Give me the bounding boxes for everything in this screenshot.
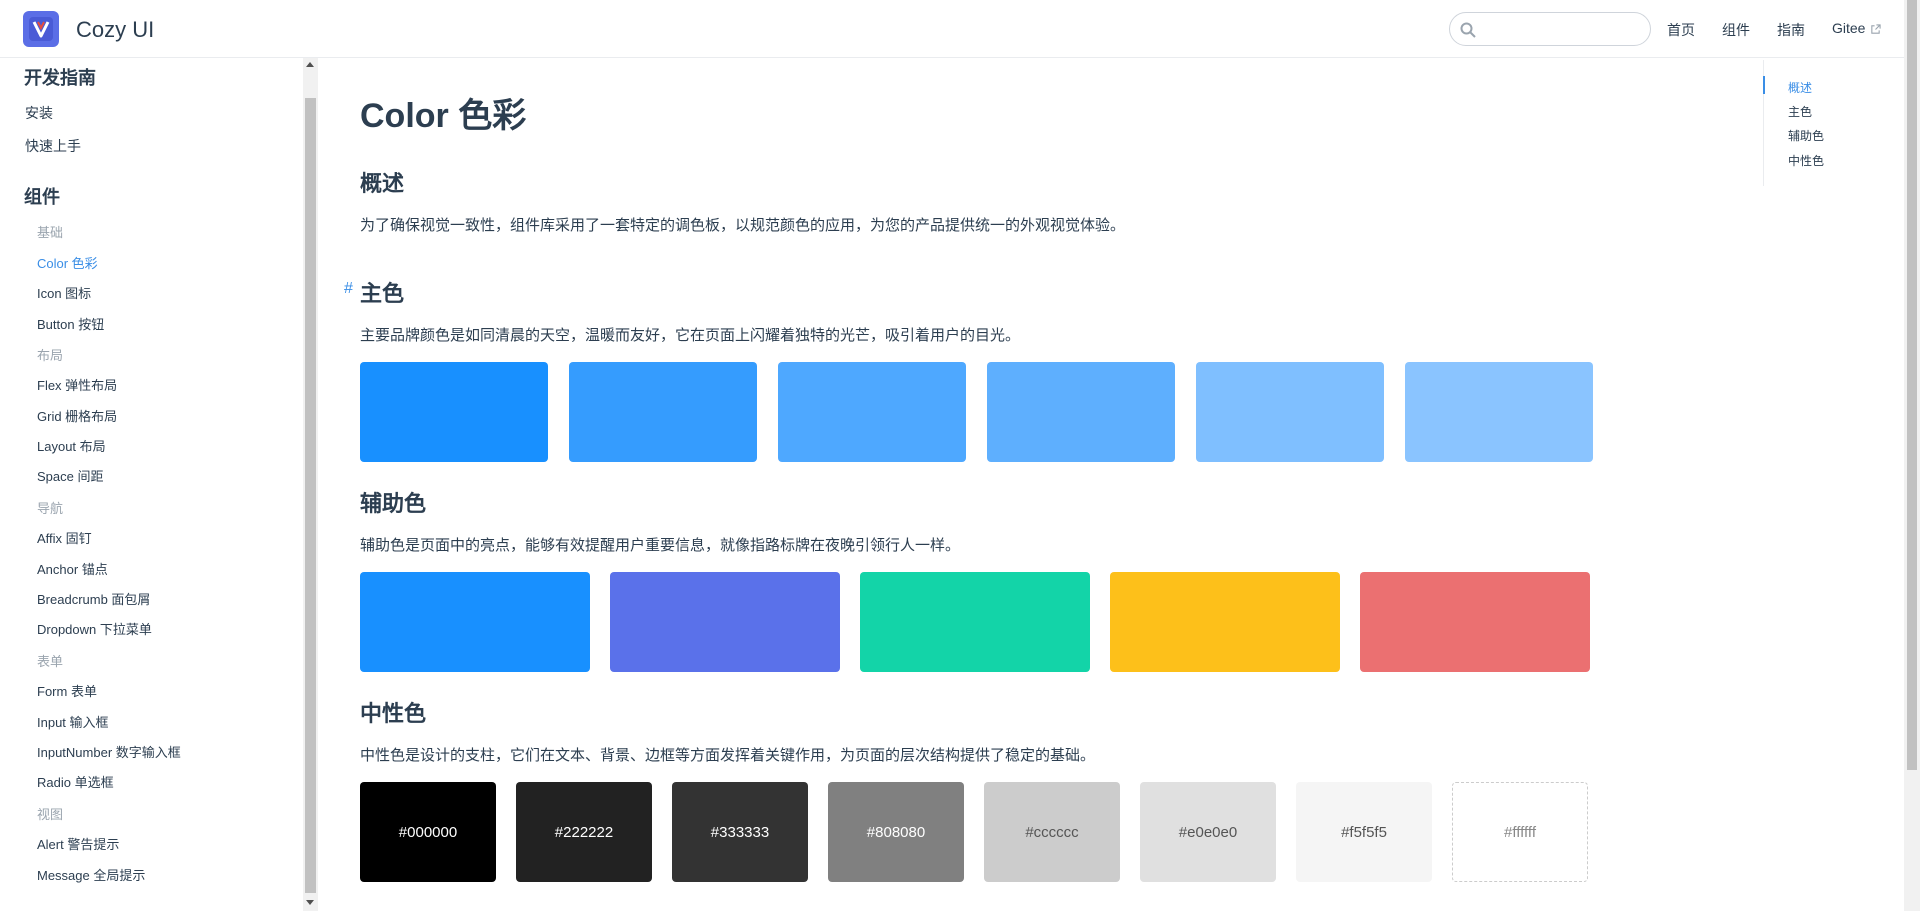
neutral-swatch: #000000 bbox=[360, 782, 496, 882]
scroll-down-arrow-icon[interactable] bbox=[306, 900, 314, 905]
sidebar-group-nav: 导航 bbox=[37, 501, 64, 516]
secondary-swatch bbox=[360, 572, 590, 672]
sidebar-item-icon[interactable]: Icon 图标 bbox=[37, 283, 91, 302]
swatch-label: #333333 bbox=[710, 823, 770, 841]
sidebar-item-radio[interactable]: Radio 单选框 bbox=[37, 772, 114, 791]
section-text-primary: 主要品牌颜色是如同清晨的天空，温暖而友好，它在页面上闪耀着独特的光芒，吸引着用户… bbox=[360, 327, 1021, 344]
primary-swatch bbox=[360, 362, 548, 462]
toc-item-secondary[interactable]: 辅助色 bbox=[1788, 127, 1824, 144]
section-title-secondary: 辅助色 bbox=[360, 491, 427, 516]
table-of-contents: 概述 主色 辅助色 中性色 bbox=[1763, 60, 1903, 186]
sidebar-scrollbar[interactable] bbox=[303, 58, 318, 911]
neutral-swatch: #222222 bbox=[516, 782, 652, 882]
nav-link-guide[interactable]: 指南 bbox=[1777, 20, 1805, 40]
sidebar-item-color[interactable]: Color 色彩 bbox=[37, 253, 98, 272]
search-icon bbox=[1460, 22, 1476, 38]
sidebar: 开发指南 安装 快速上手 组件 基础 Color 色彩 Icon 图标 Butt… bbox=[0, 58, 318, 911]
toc-item-primary[interactable]: 主色 bbox=[1788, 103, 1812, 120]
swatch-label: #808080 bbox=[866, 823, 926, 841]
secondary-swatch bbox=[1360, 572, 1590, 672]
search-box[interactable] bbox=[1449, 12, 1651, 46]
toc-active-indicator bbox=[1763, 76, 1765, 94]
sidebar-item-grid[interactable]: Grid 栅格布局 bbox=[37, 406, 117, 425]
scroll-up-arrow-icon[interactable] bbox=[306, 62, 314, 67]
nav-link-gitee[interactable]: Gitee bbox=[1832, 20, 1882, 40]
primary-swatch bbox=[1196, 362, 1384, 462]
neutral-swatch: #ffffff bbox=[1452, 782, 1588, 882]
secondary-swatch bbox=[610, 572, 840, 672]
sidebar-group-form: 表单 bbox=[37, 654, 64, 669]
page-scrollbar[interactable] bbox=[1904, 0, 1920, 911]
sidebar-group-view: 视图 bbox=[37, 807, 64, 822]
sidebar-item-affix[interactable]: Affix 固钉 bbox=[37, 528, 92, 547]
neutral-swatch: #f5f5f5 bbox=[1296, 782, 1432, 882]
secondary-swatch bbox=[1110, 572, 1340, 672]
sidebar-item-layout[interactable]: Layout 布局 bbox=[37, 436, 106, 455]
neutral-swatch: #cccccc bbox=[984, 782, 1120, 882]
search-input[interactable] bbox=[1480, 19, 1640, 39]
section-text-neutral: 中性色是设计的支柱，它们在文本、背景、边框等方面发挥着关键作用，为页面的层次结构… bbox=[360, 747, 1096, 764]
nav-link-home[interactable]: 首页 bbox=[1667, 20, 1695, 40]
sidebar-item-space[interactable]: Space 间距 bbox=[37, 466, 103, 485]
toc-item-neutral[interactable]: 中性色 bbox=[1788, 152, 1824, 169]
external-link-icon bbox=[1871, 24, 1882, 34]
section-title-neutral: 中性色 bbox=[360, 701, 427, 726]
logo-icon[interactable] bbox=[23, 11, 59, 47]
top-navbar: Cozy UI 首页 组件 指南 Gitee bbox=[0, 0, 1904, 58]
section-title-overview: 概述 bbox=[360, 171, 405, 196]
sidebar-item-install[interactable]: 安装 bbox=[25, 103, 53, 123]
secondary-swatch bbox=[860, 572, 1090, 672]
section-text-secondary: 辅助色是页面中的亮点，能够有效提醒用户重要信息，就像指路标牌在夜晚引领行人一样。 bbox=[360, 537, 961, 554]
primary-swatch bbox=[1405, 362, 1593, 462]
anchor-hash-icon[interactable]: # bbox=[344, 280, 353, 298]
sidebar-item-alert[interactable]: Alert 警告提示 bbox=[37, 834, 119, 853]
neutral-swatch: #333333 bbox=[672, 782, 808, 882]
primary-swatch bbox=[987, 362, 1175, 462]
sidebar-section-guide: 开发指南 bbox=[24, 68, 96, 88]
swatch-label: #000000 bbox=[398, 823, 458, 841]
sidebar-item-dropdown[interactable]: Dropdown 下拉菜单 bbox=[37, 619, 152, 638]
sidebar-item-button[interactable]: Button 按钮 bbox=[37, 314, 104, 333]
sidebar-item-form[interactable]: Form 表单 bbox=[37, 681, 97, 700]
toc-item-overview[interactable]: 概述 bbox=[1788, 79, 1812, 96]
primary-swatch bbox=[778, 362, 966, 462]
swatch-label: #f5f5f5 bbox=[1341, 823, 1387, 841]
sidebar-item-breadcrumb[interactable]: Breadcrumb 面包屑 bbox=[37, 589, 150, 608]
swatch-label: #e0e0e0 bbox=[1178, 823, 1238, 841]
swatch-label: #222222 bbox=[554, 823, 614, 841]
section-title-primary: 主色 bbox=[360, 281, 405, 306]
neutral-swatch: #808080 bbox=[828, 782, 964, 882]
sidebar-item-quickstart[interactable]: 快速上手 bbox=[25, 136, 81, 156]
page-title: Color 色彩 bbox=[360, 97, 527, 135]
swatch-label: #ffffff bbox=[1504, 823, 1536, 841]
sidebar-item-anchor[interactable]: Anchor 锚点 bbox=[37, 559, 108, 578]
nav-link-components[interactable]: 组件 bbox=[1722, 20, 1750, 40]
sidebar-item-input[interactable]: Input 输入框 bbox=[37, 712, 109, 731]
sidebar-group-layout: 布局 bbox=[37, 348, 64, 363]
swatch-label: #cccccc bbox=[1025, 823, 1079, 841]
page-scroll-thumb[interactable] bbox=[1907, 0, 1917, 770]
gitee-label: Gitee bbox=[1832, 20, 1866, 36]
primary-swatch bbox=[569, 362, 757, 462]
brand-name[interactable]: Cozy UI bbox=[76, 17, 154, 43]
sidebar-item-flex[interactable]: Flex 弹性布局 bbox=[37, 375, 117, 394]
sidebar-section-components: 组件 bbox=[24, 187, 60, 207]
section-text-overview: 为了确保视觉一致性，组件库采用了一套特定的调色板，以规范颜色的应用，为您的产品提… bbox=[360, 217, 1126, 234]
nav-links: 首页 组件 指南 Gitee bbox=[1667, 20, 1908, 40]
sidebar-group-basic: 基础 bbox=[37, 225, 64, 240]
sidebar-item-message[interactable]: Message 全局提示 bbox=[37, 865, 145, 884]
neutral-swatch: #e0e0e0 bbox=[1140, 782, 1276, 882]
sidebar-scroll-thumb[interactable] bbox=[305, 98, 316, 893]
sidebar-item-inputnumber[interactable]: InputNumber 数字输入框 bbox=[37, 742, 181, 761]
